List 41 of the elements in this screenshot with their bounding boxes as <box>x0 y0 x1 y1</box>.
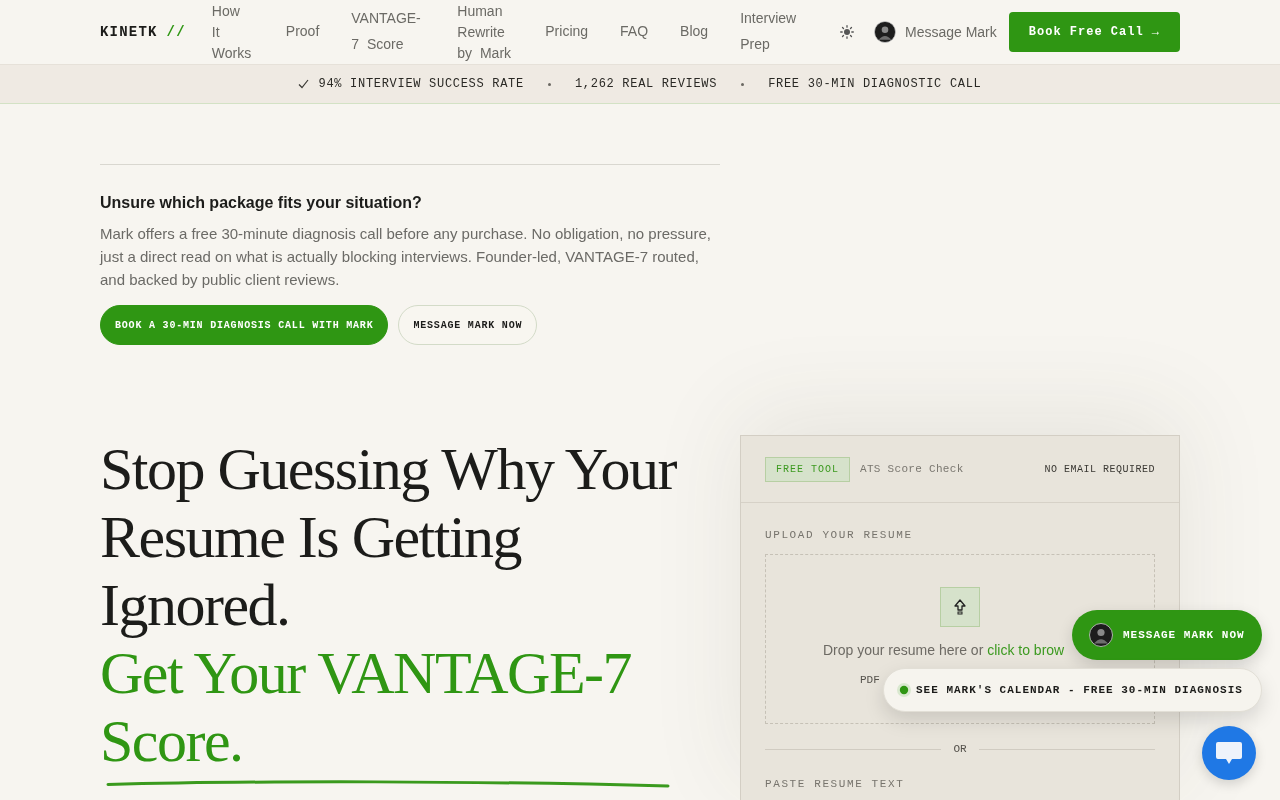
calendar-button[interactable]: SEE MARK'S CALENDAR - FREE 30-MIN DIAGNOSIS <box>883 668 1262 712</box>
browse-link[interactable]: click to brow <box>987 642 1065 658</box>
separator-dot-icon <box>741 82 745 86</box>
nav-link[interactable]: VANTAGE-7 Score <box>351 6 426 58</box>
file-formats-text: PDF <box>859 673 881 687</box>
check-icon <box>298 79 310 89</box>
logo-slashes[interactable]: // <box>166 21 186 43</box>
trust-stat: 1,262 REAL REVIEWS <box>574 76 718 93</box>
help-heading: Unsure which package fits your situation? <box>100 193 423 213</box>
logo-text[interactable]: KINETK <box>100 21 158 43</box>
upload-icon <box>940 587 980 627</box>
nav-link[interactable]: Proof <box>285 19 320 45</box>
avatar-icon <box>1089 623 1113 647</box>
status-dot-icon <box>897 683 911 697</box>
free-tool-badge: FREE TOOL <box>765 456 850 482</box>
or-divider-text: OR <box>953 743 967 755</box>
upload-label: UPLOAD YOUR RESUME <box>765 528 914 542</box>
chat-icon <box>1215 740 1243 766</box>
separator-dot-icon <box>547 82 551 86</box>
message-mark-button[interactable]: MESSAGE MARK NOW <box>1072 610 1262 660</box>
tool-title: ATS Score Check <box>860 461 964 477</box>
trust-stat: FREE 30-MIN DIAGNOSTIC CALL <box>768 76 982 93</box>
paste-label: PASTE RESUME TEXT <box>765 777 906 791</box>
help-paragraph: Mark offers a free 30-minute diagnosis call before any purchase. No obligation, no pressure, just a direct read on what is actually blocking interviews. Founder-led, VANTAGE-7 routed, and backed by public client reviews. <box>100 224 712 290</box>
book-call-button[interactable]: Book Free Call → <box>1008 12 1180 52</box>
hero-heading: Stop Guessing Why Your Resume Is Getting Ignored. <box>100 435 678 639</box>
nav-link[interactable]: FAQ <box>620 19 649 45</box>
no-email-note: NO EMAIL REQUIRED <box>1044 462 1155 477</box>
message-mark-button[interactable]: MESSAGE MARK NOW <box>398 305 538 345</box>
nav-link[interactable]: How It Works <box>211 0 254 64</box>
hero-heading-highlight: Get Your VANTAGE-7 Score. <box>100 639 633 775</box>
nav-link[interactable]: Pricing <box>545 19 589 45</box>
nav-link[interactable]: Human Rewrite by Mark <box>457 0 514 64</box>
nav-link[interactable]: Interview Prep <box>740 6 801 58</box>
trust-stat: 94% INTERVIEW SUCCESS RATE <box>318 76 524 93</box>
avatar-icon <box>873 21 896 43</box>
message-mark-link[interactable]: Message Mark <box>873 21 997 43</box>
nav-link[interactable]: Blog <box>680 19 709 45</box>
sun-icon[interactable] <box>839 25 854 39</box>
chat-button[interactable] <box>1202 726 1256 780</box>
book-diagnosis-button[interactable]: BOOK A 30-MIN DIAGNOSIS CALL WITH MARK <box>100 305 389 345</box>
